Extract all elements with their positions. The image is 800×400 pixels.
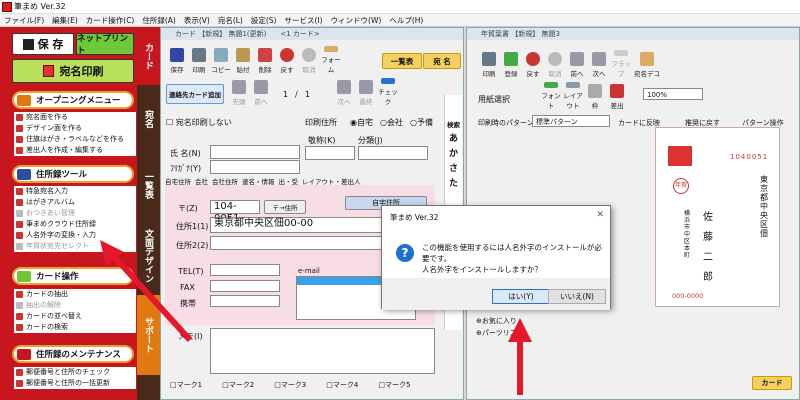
- arrow-left-line: [107, 249, 193, 343]
- arrow-right-head: [508, 318, 532, 342]
- annotation-arrows: [100, 240, 532, 395]
